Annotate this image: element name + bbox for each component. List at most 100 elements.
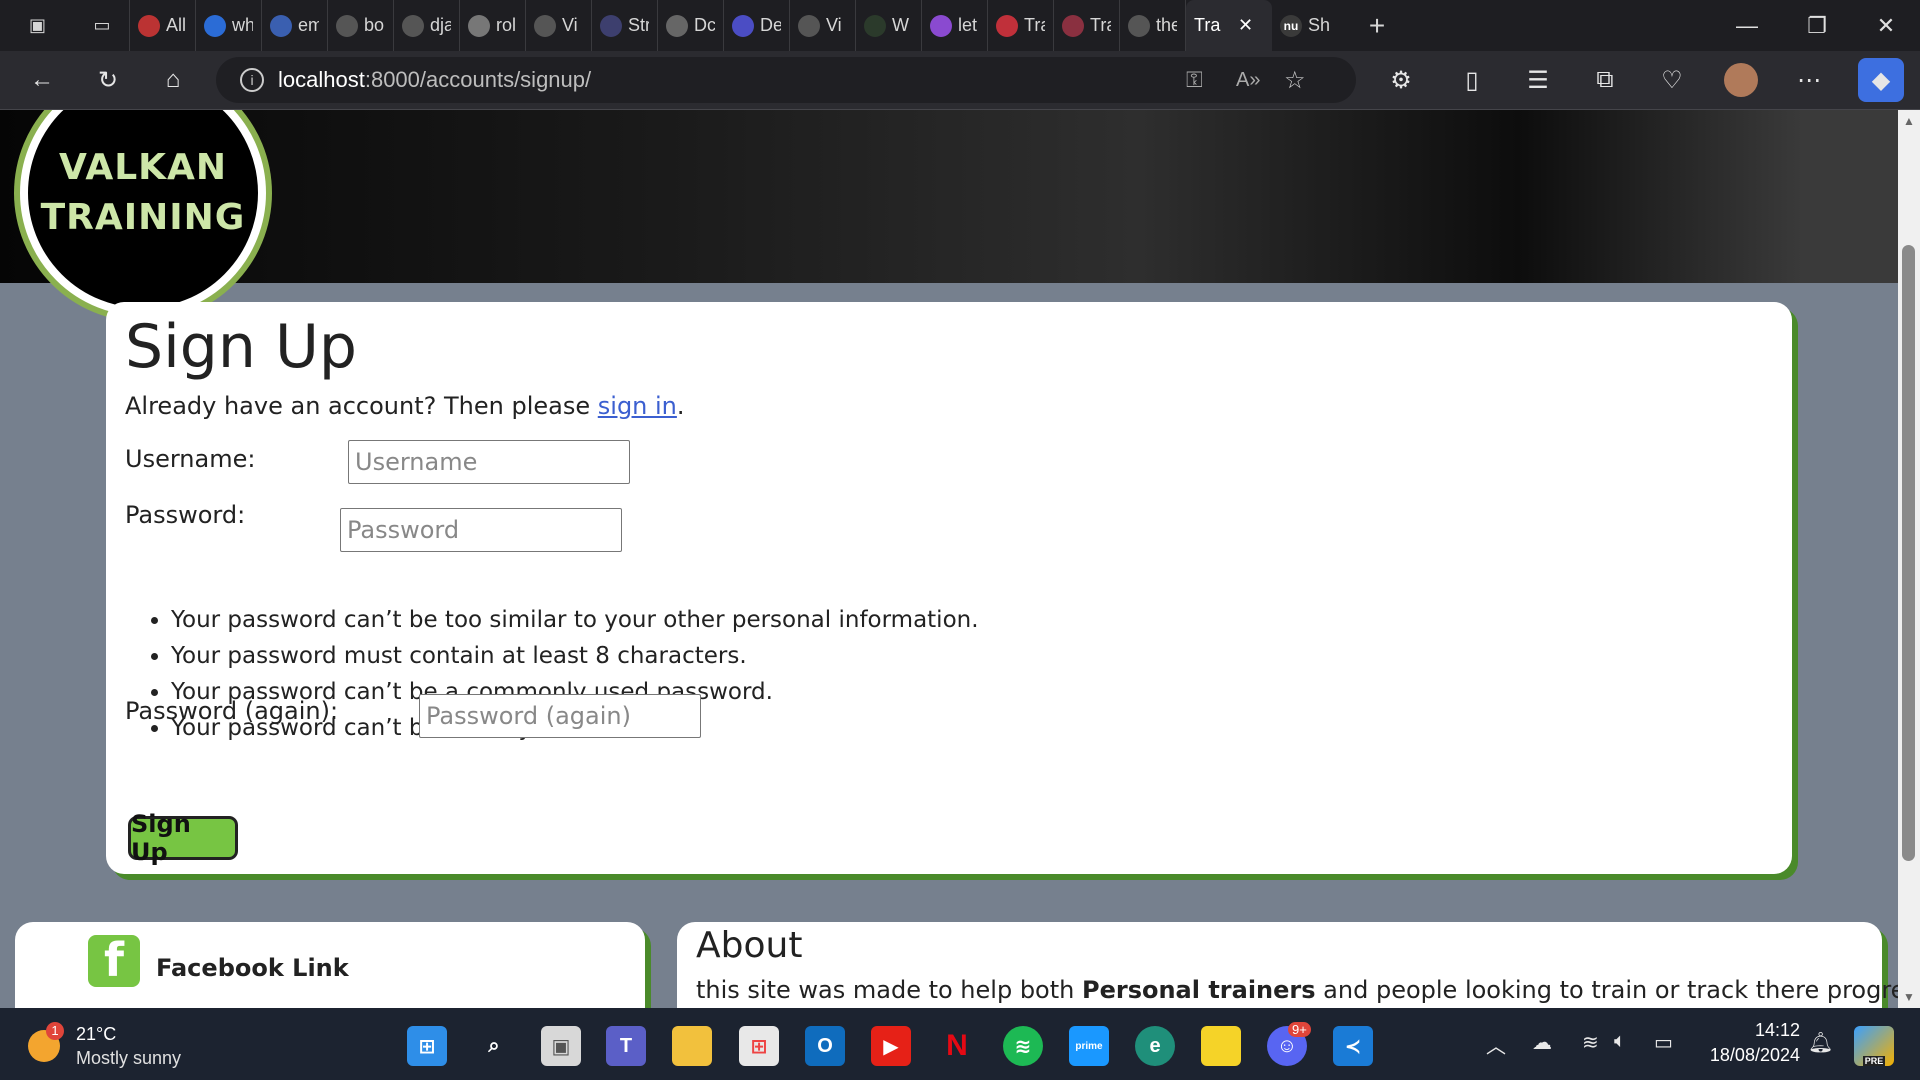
- tab-4[interactable]: dja: [394, 0, 460, 51]
- workspaces-icon[interactable]: ▣: [0, 0, 75, 51]
- tab-11[interactable]: W: [856, 0, 922, 51]
- close-icon[interactable]: ✕: [1238, 15, 1253, 36]
- tab-10[interactable]: Vi: [790, 0, 856, 51]
- tab-3[interactable]: bo: [328, 0, 394, 51]
- tab-13[interactable]: Tra: [988, 0, 1054, 51]
- app-icon: [996, 14, 1018, 37]
- about-bold: Personal trainers: [1081, 976, 1316, 1004]
- address-bar[interactable]: i localhost:8000/accounts/signup/ ⚿ A» ☆: [216, 57, 1356, 103]
- tab-1[interactable]: wh: [196, 0, 262, 51]
- collections-icon[interactable]: ⧉: [1585, 60, 1625, 100]
- tab-title: Tra: [1024, 15, 1045, 35]
- copilot-taskbar-icon[interactable]: PRE: [1854, 1026, 1894, 1066]
- more-options-icon[interactable]: ⋯: [1789, 60, 1829, 100]
- edge-icon[interactable]: e: [1135, 1026, 1175, 1066]
- facebook-card: f Facebook Link: [15, 922, 645, 1008]
- prime-video-icon[interactable]: prime: [1069, 1026, 1109, 1066]
- tab-12[interactable]: let: [922, 0, 988, 51]
- notifications-icon[interactable]: 🔔︎: [1808, 1030, 1833, 1055]
- signup-button[interactable]: Sign Up: [128, 810, 238, 866]
- search-icon[interactable]: ⌕: [474, 1026, 514, 1066]
- password2-input[interactable]: Password (again): [419, 694, 701, 738]
- tab-6[interactable]: Vi: [526, 0, 592, 51]
- facebook-link[interactable]: Facebook Link: [156, 954, 349, 982]
- signin-link[interactable]: sign in: [598, 392, 677, 420]
- tab-5[interactable]: rol: [460, 0, 526, 51]
- task-view-icon[interactable]: ▣: [541, 1026, 581, 1066]
- battery-icon[interactable]: ▭: [1654, 1030, 1673, 1055]
- tab-2[interactable]: em: [262, 0, 328, 51]
- restore-icon[interactable]: ❐: [1786, 0, 1848, 51]
- url-text[interactable]: localhost:8000/accounts/signup/: [278, 67, 591, 93]
- k-icon: [930, 14, 952, 37]
- start-icon[interactable]: ⊞: [407, 1026, 447, 1066]
- profile-avatar[interactable]: [1721, 60, 1761, 100]
- vscode-icon[interactable]: ≺: [1333, 1026, 1373, 1066]
- tab-next[interactable]: nu Sh: [1272, 0, 1352, 51]
- new-tab-button[interactable]: +: [1352, 0, 1402, 51]
- tab-title: Sh: [1308, 15, 1331, 35]
- onedrive-icon[interactable]: ☁: [1532, 1030, 1552, 1055]
- back-icon[interactable]: ←: [22, 60, 62, 100]
- tab-title: let: [958, 15, 978, 35]
- username-label: Username:: [125, 445, 256, 473]
- tab-8[interactable]: Dc: [658, 0, 724, 51]
- minimize-icon[interactable]: —: [1716, 0, 1778, 51]
- tab-7[interactable]: Str: [592, 0, 658, 51]
- key-icon[interactable]: ⚿: [1186, 67, 1203, 93]
- clock-time: 14:12: [1754, 1020, 1800, 1040]
- favorites-icon[interactable]: ☰: [1518, 60, 1558, 100]
- extensions-icon[interactable]: ⚙: [1381, 60, 1421, 100]
- spotify-icon[interactable]: ≋: [1003, 1026, 1043, 1066]
- scroll-up-icon[interactable]: ▲: [1902, 114, 1916, 128]
- copilot-icon[interactable]: ◆: [1858, 58, 1904, 102]
- outlook-icon[interactable]: O: [805, 1026, 845, 1066]
- file-explorer-icon[interactable]: [672, 1026, 712, 1066]
- tab-15[interactable]: the: [1120, 0, 1186, 51]
- netflix-icon[interactable]: N: [937, 1026, 977, 1066]
- tab-active[interactable]: Tra ✕: [1186, 0, 1272, 51]
- site-info-icon[interactable]: i: [240, 68, 264, 92]
- url-host: localhost: [278, 67, 365, 92]
- teams-icon[interactable]: T: [606, 1026, 646, 1066]
- site-logo[interactable]: VALKAN TRAINING: [20, 110, 266, 316]
- facebook-icon[interactable]: f: [88, 933, 140, 987]
- tab-strip: ▣ ▭ AllwhembodjarolViStrDcDeViWletTraTra…: [0, 0, 1920, 51]
- microsoft-store-icon[interactable]: ⊞: [739, 1026, 779, 1066]
- home-icon[interactable]: ⌂: [153, 60, 193, 100]
- read-aloud-icon[interactable]: A»: [1236, 69, 1260, 92]
- refresh-icon[interactable]: ↻: [88, 60, 128, 100]
- browser-essentials-icon[interactable]: ♡: [1652, 60, 1692, 100]
- tab-14[interactable]: Tra: [1054, 0, 1120, 51]
- dj-icon: [864, 14, 886, 37]
- youtube-icon[interactable]: ▶: [871, 1026, 911, 1066]
- wifi-icon[interactable]: ≋: [1582, 1030, 1599, 1055]
- tab-9[interactable]: De: [724, 0, 790, 51]
- favorite-star-icon[interactable]: ☆: [1284, 66, 1306, 95]
- tab-title: Vi: [826, 15, 842, 35]
- split-screen-icon[interactable]: ▯: [1452, 60, 1492, 100]
- weather-widget[interactable]: 1 21°C Mostly sunny: [28, 1022, 228, 1068]
- volume-icon[interactable]: 🔈︎: [1614, 1030, 1626, 1053]
- tray-chevron-icon[interactable]: ︿: [1486, 1030, 1506, 1059]
- tab-0[interactable]: All: [130, 0, 196, 51]
- rule-item: Your password can’t be too similar to yo…: [171, 602, 979, 638]
- weather-badge: 1: [46, 1022, 64, 1040]
- username-input[interactable]: Username: [348, 440, 630, 484]
- tab-actions-icon[interactable]: ▭: [75, 0, 130, 51]
- about-card: About this site was made to help both Pe…: [677, 922, 1898, 1008]
- bing-icon: [204, 14, 226, 37]
- github-icon: [534, 14, 556, 37]
- signup-card: Sign Up Already have an account? Then pl…: [106, 302, 1792, 874]
- sticky-notes-icon[interactable]: [1201, 1026, 1241, 1066]
- clock[interactable]: 14:12 18/08/2024: [1700, 1020, 1800, 1066]
- scroll-thumb[interactable]: [1902, 245, 1915, 861]
- tab-title: De: [760, 15, 781, 35]
- tab-active-title: Tra: [1194, 15, 1221, 35]
- close-window-icon[interactable]: ✕: [1855, 0, 1917, 51]
- password-input[interactable]: Password: [340, 508, 622, 552]
- page-scrollbar[interactable]: ▲ ▼: [1898, 110, 1920, 1008]
- tab-title: rol: [496, 15, 517, 35]
- about-title: About: [696, 925, 803, 966]
- scroll-down-icon[interactable]: ▼: [1902, 990, 1916, 1004]
